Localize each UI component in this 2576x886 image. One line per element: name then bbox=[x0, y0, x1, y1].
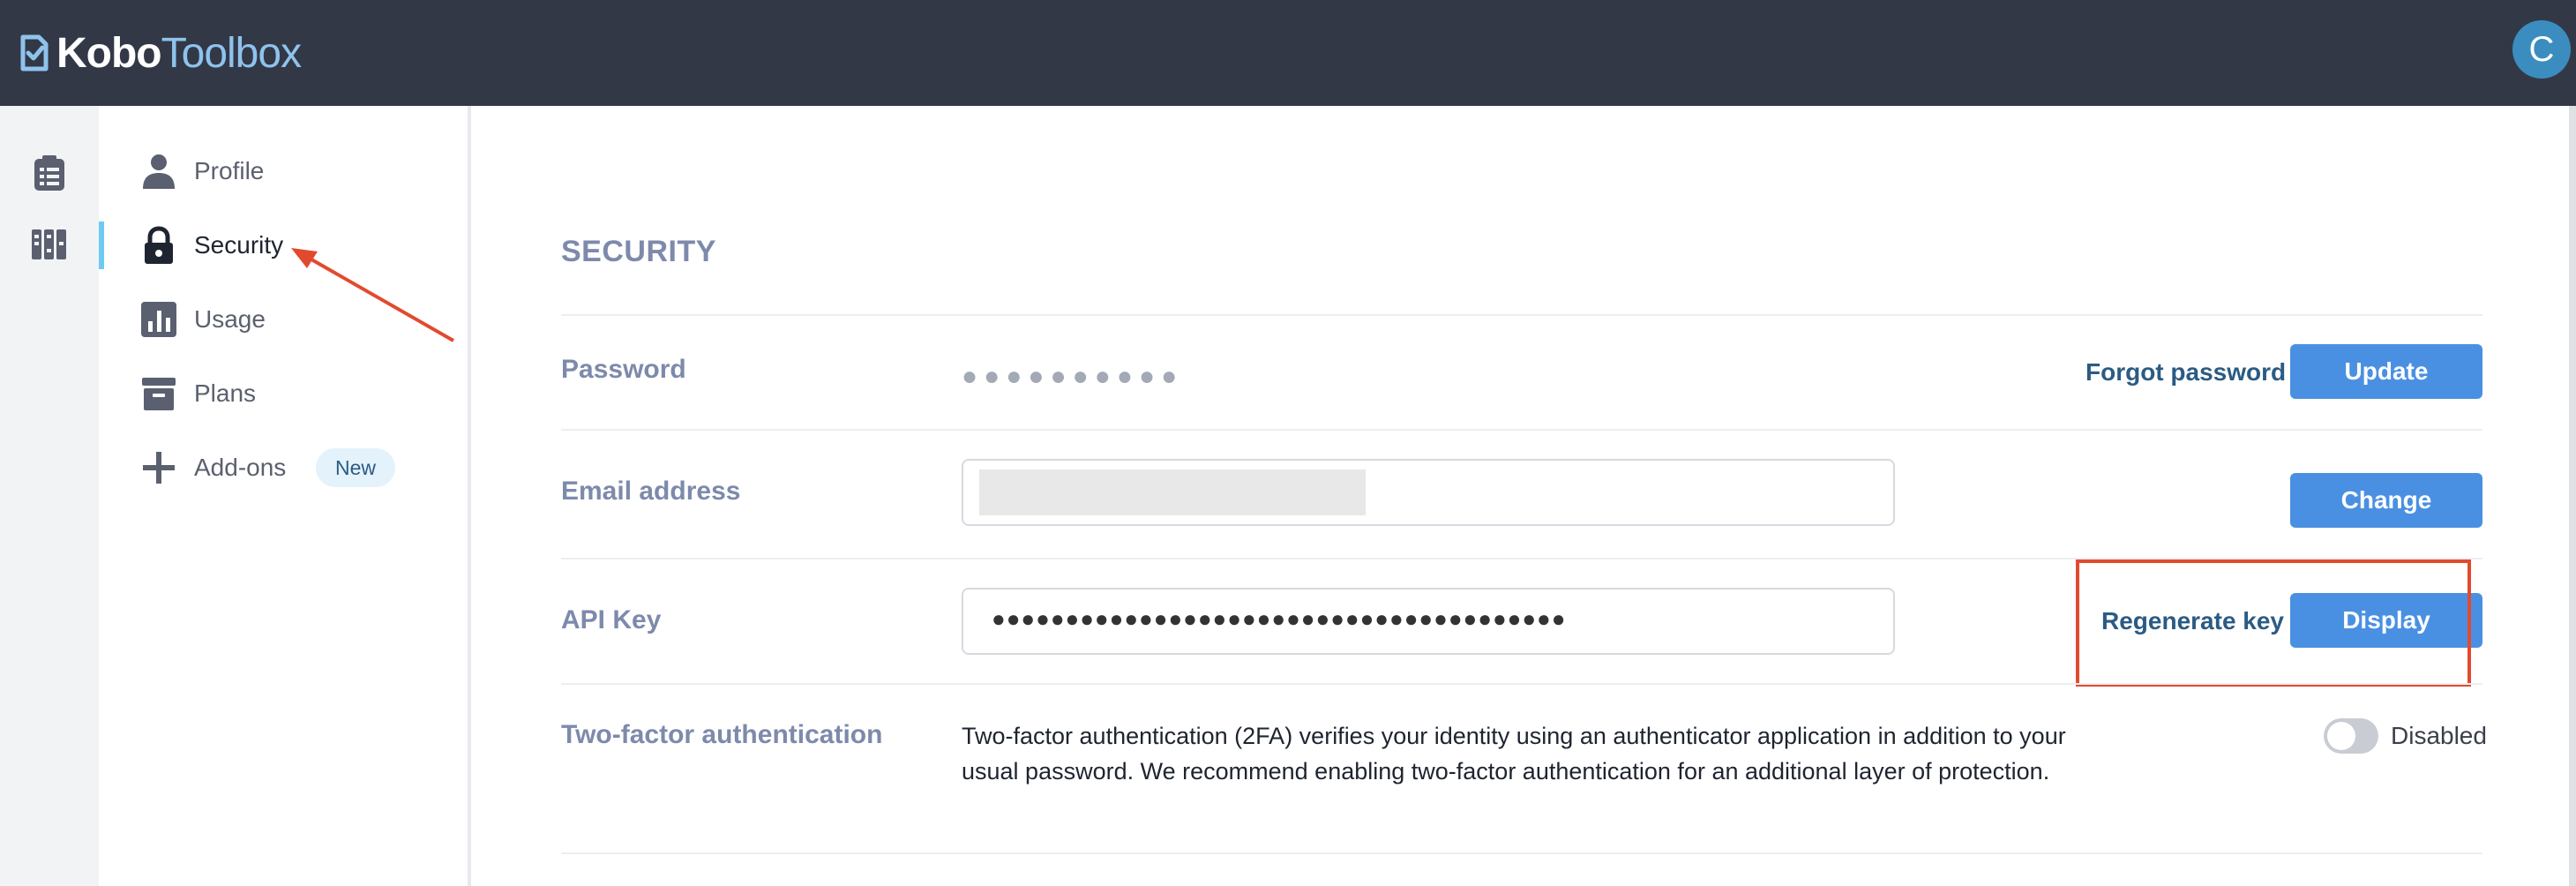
user-avatar[interactable]: C bbox=[2512, 20, 2571, 79]
top-bar: KoboToolbox C bbox=[0, 0, 2576, 106]
email-label: Email address bbox=[561, 477, 741, 506]
email-field[interactable] bbox=[962, 459, 1895, 526]
plus-icon bbox=[143, 452, 175, 484]
password-label: Password bbox=[561, 355, 686, 384]
person-icon bbox=[143, 154, 175, 189]
kobotoolbox-logo[interactable]: KoboToolbox bbox=[18, 21, 302, 85]
sidenav-item-label: Plans bbox=[194, 379, 257, 407]
library-books-icon[interactable] bbox=[30, 224, 69, 263]
two-factor-description: Two-factor authentication (2FA) verifies… bbox=[962, 723, 2066, 785]
account-sidenav: Profile Security Usage Plans Add-ons New bbox=[99, 106, 471, 886]
two-factor-label: Two-factor authentication bbox=[561, 720, 883, 749]
logo-check-icon bbox=[20, 34, 49, 71]
divider bbox=[561, 683, 2482, 685]
annotation-highlight-box bbox=[2076, 559, 2471, 687]
two-factor-toggle[interactable] bbox=[2324, 718, 2378, 754]
update-password-button[interactable]: Update bbox=[2290, 344, 2482, 399]
icon-rail bbox=[0, 106, 99, 886]
new-badge: New bbox=[316, 448, 396, 487]
divider bbox=[561, 314, 2482, 316]
sidenav-item-label: Usage bbox=[194, 305, 266, 333]
sidenav-item-add-ons[interactable]: Add-ons New bbox=[99, 437, 468, 499]
change-email-button[interactable]: Change bbox=[2290, 473, 2482, 528]
forgot-password-link[interactable]: Forgot password bbox=[2086, 358, 2286, 387]
active-indicator bbox=[99, 222, 104, 269]
sidenav-item-label: Add-ons bbox=[194, 454, 287, 481]
logo-text: KoboToolbox bbox=[56, 29, 302, 77]
sidenav-item-security[interactable]: Security bbox=[99, 214, 468, 276]
sidenav-item-profile[interactable]: Profile bbox=[99, 140, 468, 202]
divider bbox=[561, 429, 2482, 431]
sidenav-item-label: Security bbox=[194, 231, 284, 259]
archive-box-icon bbox=[142, 378, 176, 410]
lock-icon bbox=[145, 226, 173, 264]
two-factor-status: Disabled bbox=[2391, 722, 2487, 749]
scrollbar[interactable] bbox=[2569, 106, 2576, 886]
password-masked-value: ●●●●●●●●●● bbox=[962, 362, 1184, 391]
avatar-letter: C bbox=[2528, 29, 2555, 69]
sidenav-item-usage[interactable]: Usage bbox=[99, 289, 468, 350]
sidenav-item-label: Profile bbox=[194, 157, 265, 184]
toggle-knob bbox=[2327, 722, 2355, 750]
api-key-masked-value: ●●●●●●●●●●●●●●●●●●●●●●●●●●●●●●●●●●●●●●● bbox=[992, 605, 1567, 632]
api-key-label: API Key bbox=[561, 605, 662, 634]
api-key-field[interactable]: ●●●●●●●●●●●●●●●●●●●●●●●●●●●●●●●●●●●●●●● bbox=[962, 588, 1895, 655]
redacted-email-value bbox=[979, 469, 1366, 515]
bar-chart-icon bbox=[141, 302, 176, 337]
divider bbox=[561, 852, 2482, 854]
security-main-panel: SECURITY Password ●●●●●●●●●● Forgot pass… bbox=[475, 106, 2576, 886]
clipboard-list-icon[interactable] bbox=[30, 154, 69, 192]
page-title: SECURITY bbox=[561, 235, 716, 268]
sidenav-item-plans[interactable]: Plans bbox=[99, 363, 468, 424]
